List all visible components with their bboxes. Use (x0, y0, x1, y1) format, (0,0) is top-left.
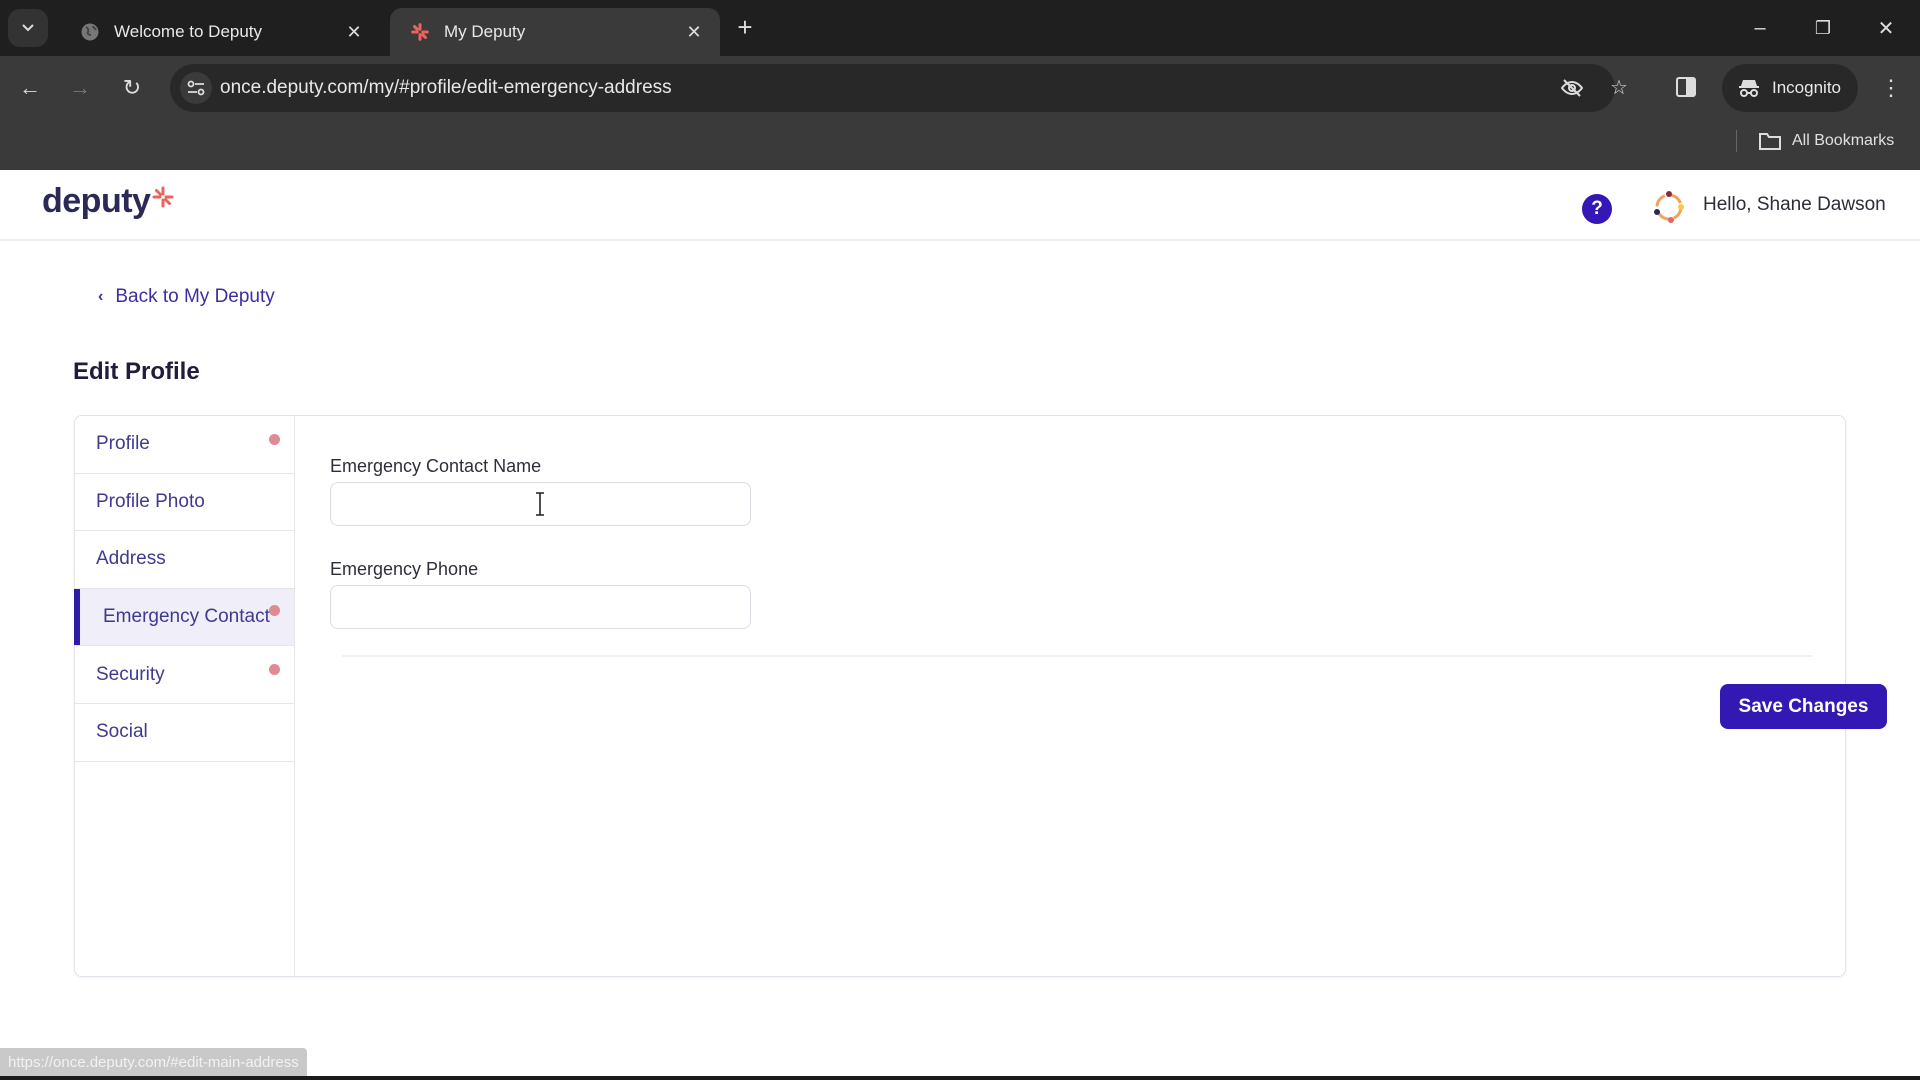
star-icon[interactable]: ☆ (1607, 76, 1631, 100)
site-settings-icon[interactable] (180, 72, 212, 104)
incognito-icon (1739, 80, 1759, 97)
side-panel-icon[interactable] (1675, 76, 1699, 100)
browser-toolbar: ← → ↻ once.deputy.com/my/#profile/edit-e… (0, 56, 1920, 120)
incognito-badge[interactable]: Incognito (1722, 64, 1858, 112)
sidebar-item-security[interactable]: Security (75, 646, 294, 704)
chevron-down-icon (22, 24, 34, 32)
restore-button[interactable]: ❐ (1793, 0, 1853, 56)
close-tab-icon[interactable]: ✕ (340, 22, 368, 43)
back-arrow-icon[interactable]: ← (10, 68, 50, 108)
back-link-label: Back to My Deputy (115, 286, 275, 307)
url-text[interactable]: once.deputy.com/my/#profile/edit-emergen… (220, 64, 672, 112)
profile-sidebar: Profile Profile Photo Address Emergency … (74, 416, 295, 976)
all-bookmarks-button[interactable]: All Bookmarks (1758, 126, 1894, 156)
tab-welcome[interactable]: Welcome to Deputy ✕ (60, 8, 380, 56)
user-greeting[interactable]: Hello, Shane Dawson (1703, 194, 1886, 216)
sidebar-item-label: Address (96, 548, 166, 570)
sidebar-item-social[interactable]: Social (75, 704, 294, 762)
minimize-button[interactable]: – (1730, 0, 1790, 56)
forward-arrow-icon[interactable]: → (60, 68, 100, 108)
emergency-phone-input[interactable] (330, 585, 751, 629)
eye-off-icon[interactable] (1560, 76, 1584, 100)
page-title: Edit Profile (73, 358, 200, 385)
deputy-favicon-icon (410, 22, 430, 42)
globe-icon (80, 22, 100, 42)
logo-text: deputy (42, 182, 151, 220)
sidebar-item-emergency-contact[interactable]: Emergency Contact (74, 588, 294, 647)
help-button[interactable]: ? (1582, 194, 1612, 224)
emergency-phone-label: Emergency Phone (330, 559, 479, 579)
text-cursor-icon (536, 492, 544, 516)
all-bookmarks-label: All Bookmarks (1792, 132, 1895, 149)
reload-icon[interactable]: ↻ (112, 68, 152, 108)
tab-title: My Deputy (444, 22, 526, 41)
emergency-contact-form: Emergency Contact Name Emergency Phone S… (330, 416, 1887, 976)
alert-dot-icon (269, 604, 280, 616)
tab-title: Welcome to Deputy (114, 22, 263, 41)
bookmarks-divider (1736, 130, 1737, 152)
tab-my-deputy[interactable]: My Deputy ✕ (390, 8, 720, 56)
alert-dot-icon (269, 664, 280, 676)
taskbar-edge (0, 1076, 1920, 1080)
alert-dot-icon (269, 434, 280, 445)
app-header: deputy ? Hello, Shane Dawson (0, 170, 1920, 241)
more-menu-icon[interactable]: ⋮ (1876, 68, 1906, 108)
link-status-url: https://once.deputy.com/#edit-main-addre… (0, 1048, 307, 1078)
edit-profile-card: Profile Profile Photo Address Emergency … (74, 415, 1887, 977)
back-to-my-deputy-link[interactable]: ‹ Back to My Deputy (98, 286, 275, 308)
bookmarks-bar: All Bookmarks (0, 120, 1920, 170)
deputy-star-icon (152, 186, 174, 208)
sidebar-item-label: Emergency Contact (103, 606, 270, 628)
save-changes-button[interactable]: Save Changes (1720, 684, 1887, 729)
new-tab-button[interactable]: + (730, 12, 760, 42)
tab-search-button[interactable] (8, 9, 48, 47)
close-tab-icon[interactable]: ✕ (680, 22, 708, 43)
sidebar-item-profile-photo[interactable]: Profile Photo (75, 474, 294, 532)
sidebar-item-profile[interactable]: Profile (75, 416, 294, 474)
sidebar-item-label: Security (96, 663, 165, 685)
deputy-logo[interactable]: deputy (42, 182, 174, 221)
chevron-left-icon: ‹ (98, 288, 104, 305)
sidebar-item-label: Social (96, 721, 148, 743)
address-bar[interactable]: once.deputy.com/my/#profile/edit-emergen… (170, 64, 1628, 112)
form-divider (342, 655, 1812, 657)
browser-chrome: Welcome to Deputy ✕ My Deputy ✕ + – ❐ ✕ … (0, 0, 1920, 170)
user-avatar[interactable] (1650, 188, 1688, 226)
sidebar-item-label: Profile (96, 433, 150, 455)
incognito-label: Incognito (1772, 78, 1841, 97)
emergency-contact-name-label: Emergency Contact Name (330, 456, 542, 476)
sidebar-item-label: Profile Photo (96, 490, 205, 512)
sidebar-item-address[interactable]: Address (75, 531, 294, 589)
folder-icon (1759, 133, 1781, 150)
tab-bar: Welcome to Deputy ✕ My Deputy ✕ + – ❐ ✕ (0, 0, 1920, 56)
close-window-button[interactable]: ✕ (1856, 0, 1916, 56)
